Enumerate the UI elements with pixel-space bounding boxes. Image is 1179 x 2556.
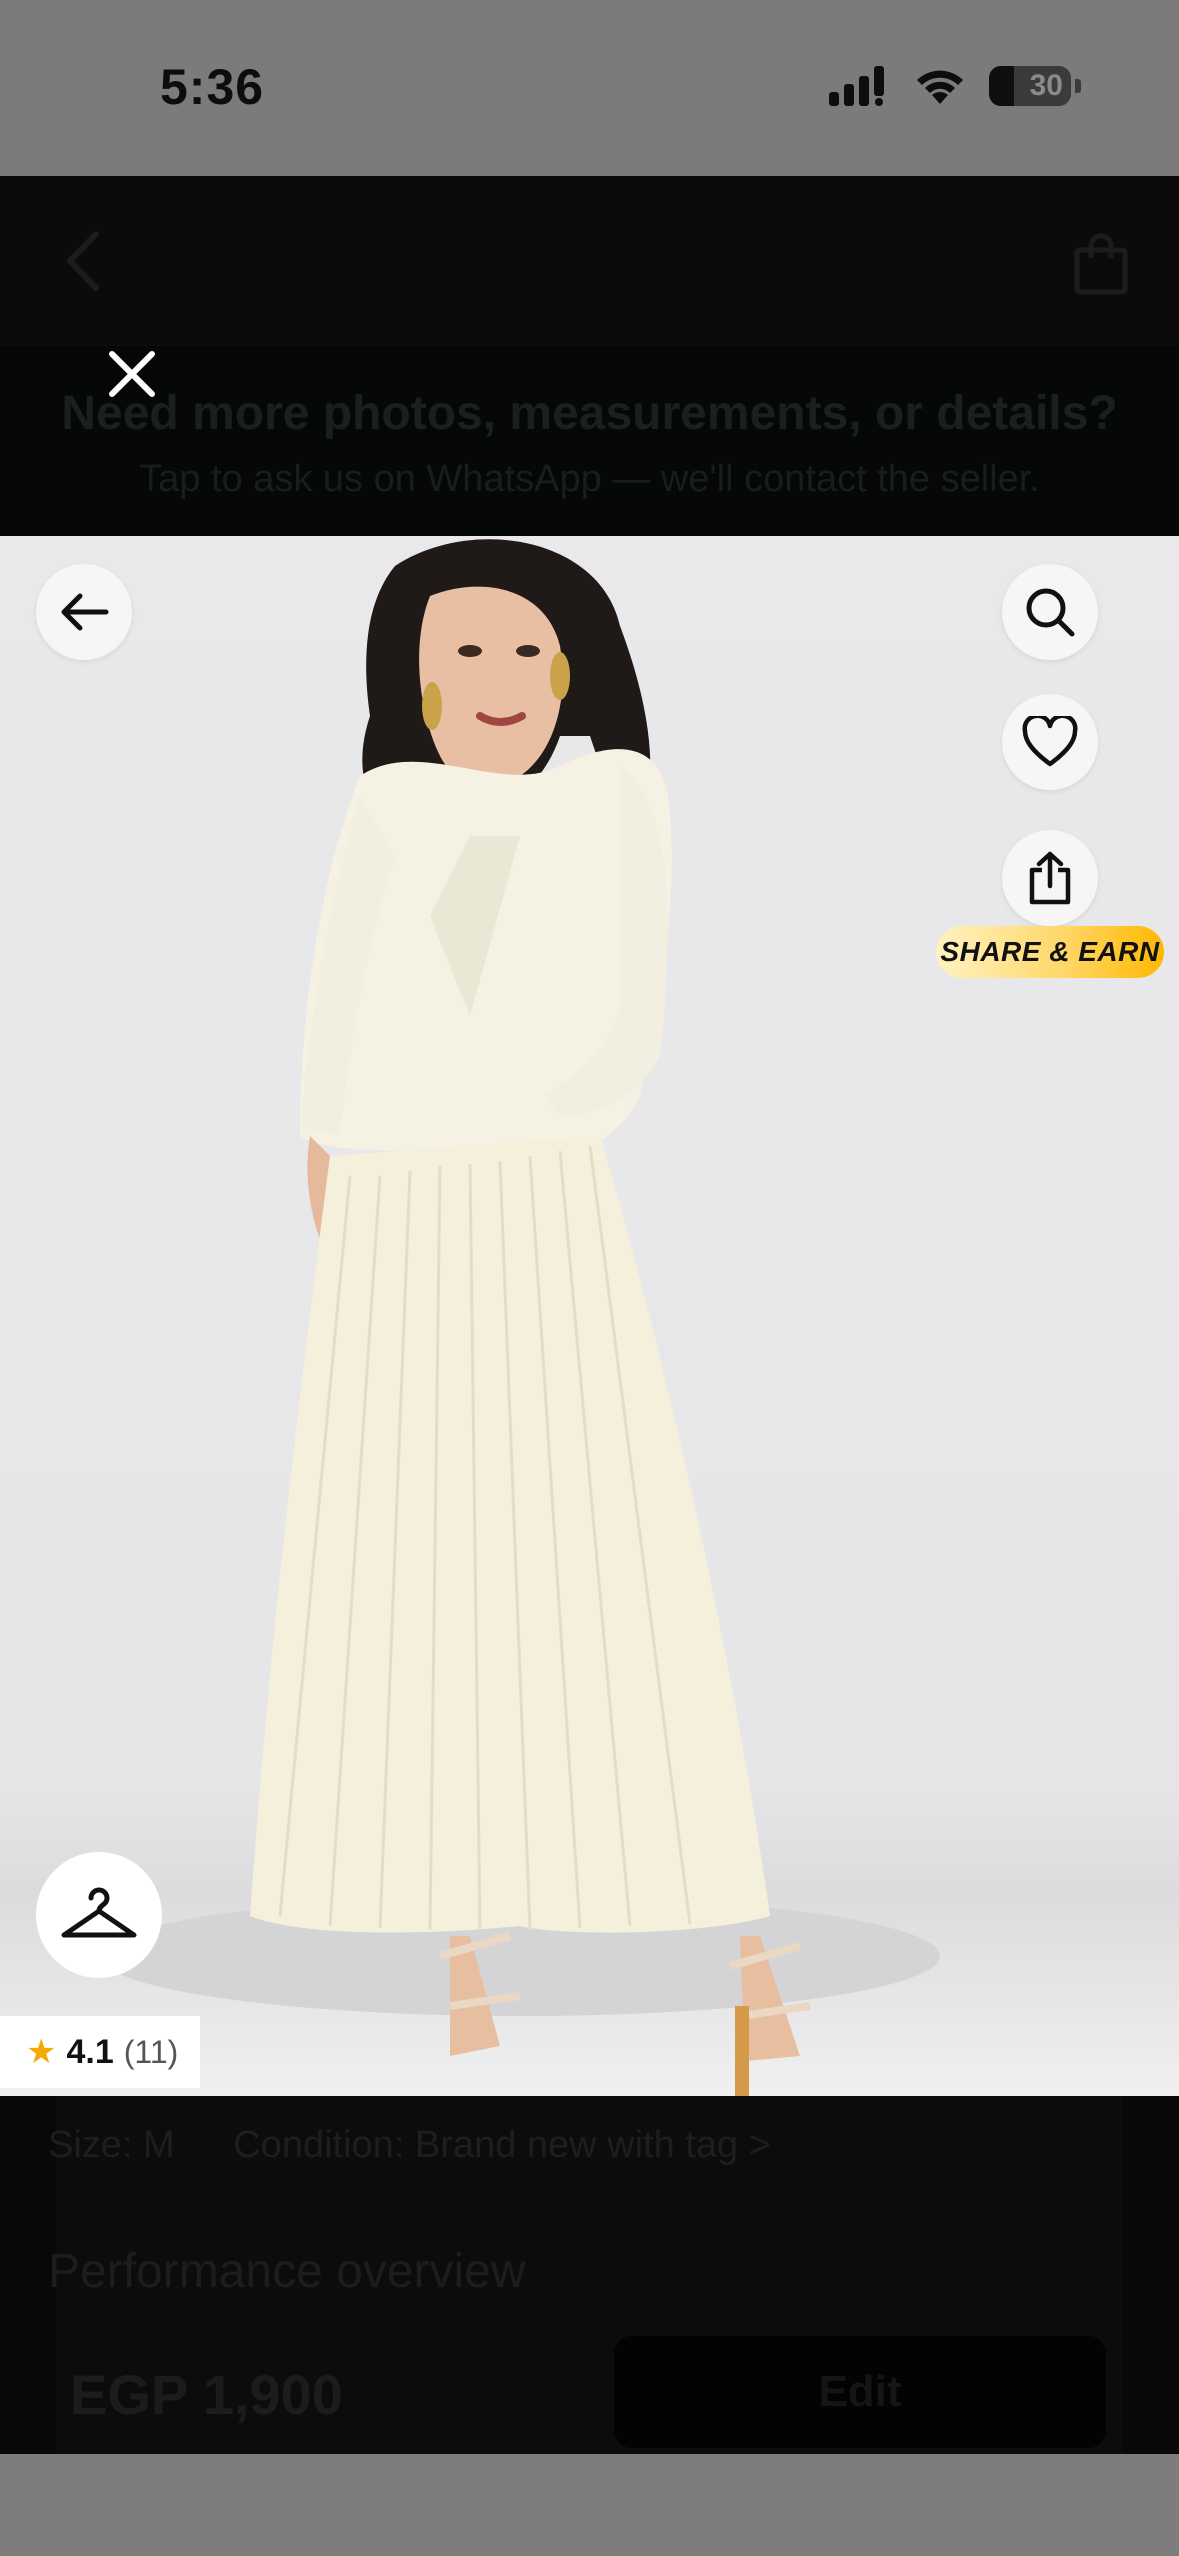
product-gallery[interactable] <box>0 536 1179 2096</box>
banner-subtext: Tap to ask us on WhatsApp — we'll contac… <box>139 458 1040 500</box>
banner-headline: Need more photos, measurements, or detai… <box>61 387 1118 440</box>
battery-tip <box>1075 79 1081 93</box>
close-icon[interactable] <box>104 346 160 402</box>
bottom-area <box>0 2454 1179 2556</box>
image-back-button[interactable] <box>36 564 132 660</box>
status-time: 5:36 <box>160 59 265 115</box>
heart-icon <box>1022 716 1078 767</box>
performance-title: Performance overview <box>48 2245 526 2298</box>
shopping-bag-icon[interactable] <box>1071 232 1131 296</box>
product-attributes: Size: M Condition: Brand new with tag > <box>48 2124 771 2167</box>
status-icons: 30 <box>829 62 1081 110</box>
price: EGP 1,900 <box>70 2363 343 2426</box>
hanger-icon <box>61 1887 137 1938</box>
cellular-signal-icon <box>829 66 884 106</box>
share-and-earn-badge[interactable]: SHARE & EARN <box>936 926 1164 978</box>
battery-icon: 30 <box>989 66 1071 106</box>
rating-value: 4.1 <box>66 2032 114 2071</box>
chevron-left-icon[interactable] <box>56 226 116 296</box>
search-button[interactable] <box>1002 564 1098 660</box>
edit-button[interactable]: Edit <box>614 2336 1106 2448</box>
condition-label[interactable]: Condition: Brand new with tag > <box>233 2124 771 2166</box>
rating-count: (11) <box>123 2033 179 2070</box>
search-icon <box>1026 588 1075 637</box>
arrow-left-icon <box>61 593 109 631</box>
favorite-button[interactable] <box>1002 694 1098 790</box>
product-photo <box>100 539 940 2096</box>
status-bar: 5:36 30 <box>0 0 1179 176</box>
hanger-button[interactable] <box>36 1852 162 1978</box>
rating-badge[interactable]: ★ 4.1 (11) <box>0 2016 200 2088</box>
share-icon <box>1029 851 1071 905</box>
share-button[interactable] <box>1002 830 1098 926</box>
whatsapp-banner[interactable]: Need more photos, measurements, or detai… <box>0 346 1179 536</box>
wifi-icon <box>917 70 963 104</box>
app-header <box>0 176 1179 346</box>
star-icon: ★ <box>26 2033 57 2071</box>
battery-level: 30 <box>1029 69 1063 102</box>
size-label: Size: M <box>48 2124 175 2166</box>
